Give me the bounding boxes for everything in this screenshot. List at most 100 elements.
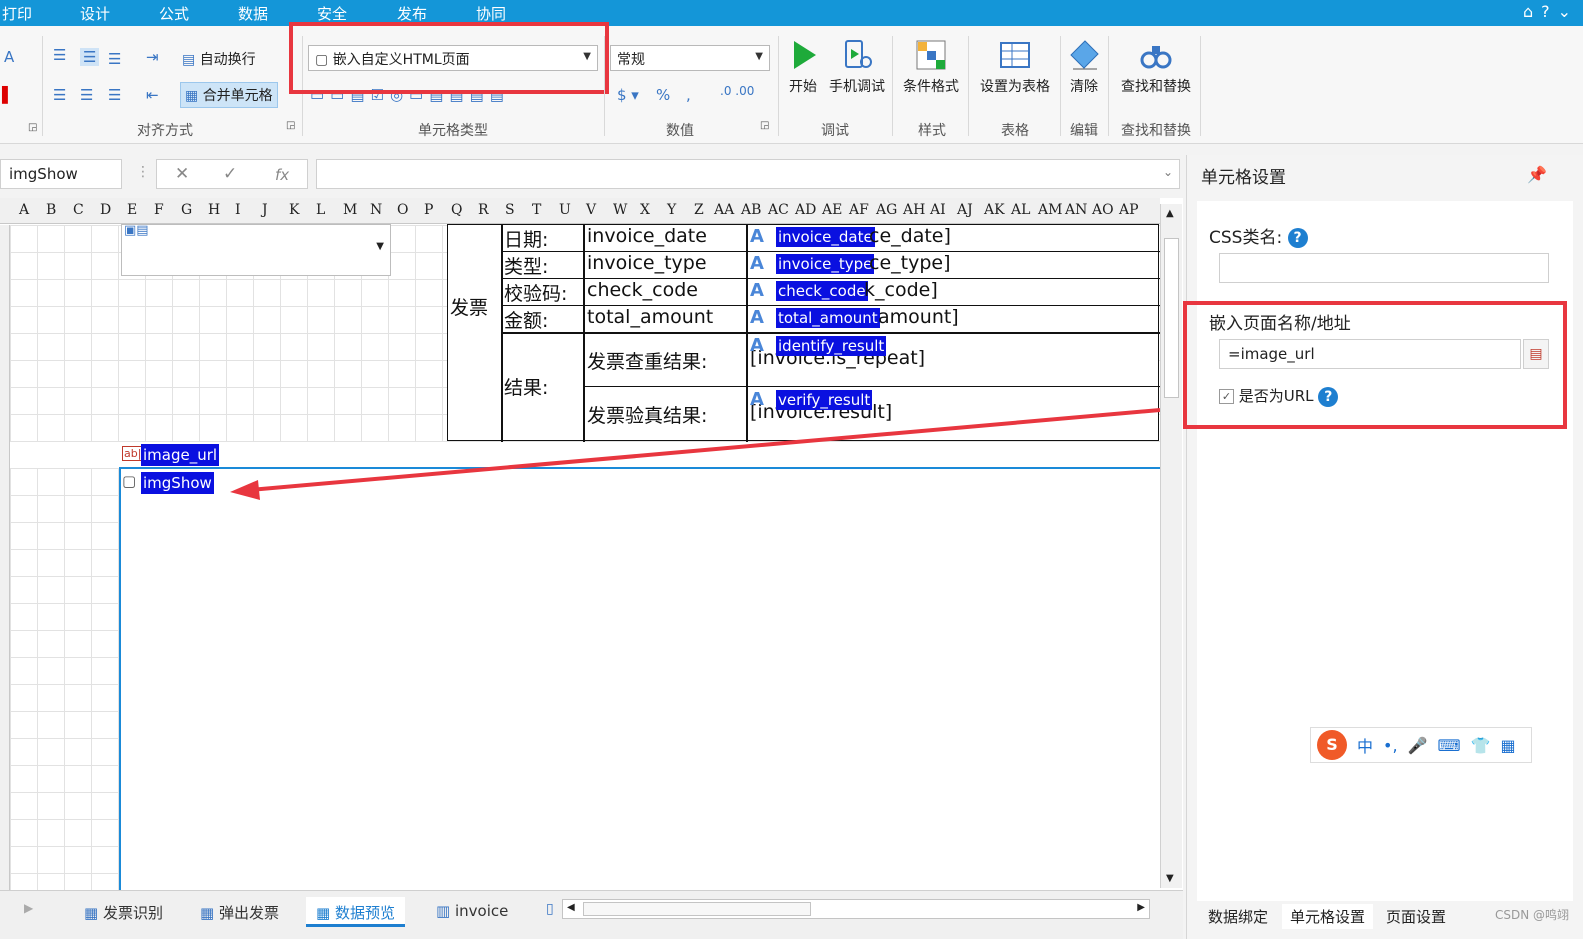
vertical-scrollbar[interactable]: ▲ ▼ <box>1160 204 1182 888</box>
scroll-down-icon[interactable]: ▼ <box>1166 873 1174 884</box>
hscroll-thumb[interactable] <box>583 902 811 916</box>
currency-icon[interactable]: $ ▾ <box>617 86 639 104</box>
eraser-icon <box>1070 40 1099 70</box>
ime-punct-icon[interactable]: •, <box>1383 736 1398 755</box>
table-icon <box>1000 42 1030 68</box>
find-replace-button[interactable]: 查找和替换 <box>1114 38 1198 96</box>
apps-icon[interactable]: ▦ <box>1500 736 1515 755</box>
scroll-up-icon[interactable]: ▲ <box>1166 208 1174 219</box>
formula-input[interactable]: ⌄ <box>316 159 1180 189</box>
name-box[interactable]: imgShow <box>0 159 122 189</box>
menu-collaborate[interactable]: 协同 <box>476 3 506 24</box>
start-button[interactable]: 开始 <box>784 38 822 96</box>
comma-icon[interactable]: , <box>686 86 691 104</box>
mobile-debug-button[interactable]: 手机调试 <box>826 38 888 96</box>
expand-icon[interactable]: ⌄ <box>1163 165 1173 179</box>
skin-icon[interactable]: 👕 <box>1471 736 1491 755</box>
spreadsheet[interactable]: A B C D E F G H I J K L M N O P Q R S T U V W X Y Z AA AB AC AD AE AF AG… <box>0 198 1183 890</box>
number-group-label: 数值 <box>666 123 694 139</box>
debug-group-label: 调试 <box>821 123 849 139</box>
watermark: CSDN @鸣翊 <box>1494 908 1569 922</box>
tab-popup-invoice[interactable]: ▦ 弹出发票 <box>190 897 289 927</box>
menu-data[interactable]: 数据 <box>238 3 268 24</box>
scroll-left-icon[interactable]: ◀ <box>567 902 575 913</box>
microphone-icon[interactable]: 🎤 <box>1408 736 1428 755</box>
sheet-icon: ▦ <box>84 904 99 922</box>
sheet-icon: ▦ <box>200 904 215 922</box>
ime-toolbar: S 中 •, 🎤 ⌨ 👕 ▦ <box>1310 727 1532 763</box>
conditional-format-icon <box>916 40 946 70</box>
chevron-down-icon: ▼ <box>755 51 763 62</box>
align-left-icon[interactable]: ☰ <box>53 86 66 104</box>
ribbon: A ▌ ◲ ☰ ☰ ☰ ☰ ☰ ☰ ⇥ ⇤ ▤ 自动换行 ▦ 合并单元格 对齐方… <box>0 22 1583 144</box>
set-as-table-button[interactable]: 设置为表格 <box>974 38 1056 96</box>
tab-data-binding[interactable]: 数据绑定 <box>1200 904 1276 929</box>
align-group-label: 对齐方式 <box>137 123 193 139</box>
pin-icon[interactable]: 📌 <box>1527 165 1547 184</box>
fx-icon[interactable]: fx <box>275 166 289 184</box>
horizontal-scrollbar[interactable]: ◀ ▶ <box>562 899 1150 919</box>
sheet-tabs-bar: ▶ ▦ 发票识别 ▦ 弹出发票 ▦ 数据预览 ▥ invoice ▯ ◀ ▶ <box>0 890 1183 939</box>
more-icon[interactable]: ⋮ <box>136 164 150 180</box>
help-icon[interactable]: ? <box>1287 228 1308 248</box>
align-launcher-icon[interactable]: ◲ <box>286 120 295 131</box>
indent-icon[interactable]: ⇥ <box>146 48 159 66</box>
merge-cells-button[interactable]: ▦ 合并单元格 <box>180 82 278 108</box>
tab-scroll-icon[interactable]: ▶ <box>24 901 33 915</box>
font-size-icon[interactable]: A <box>4 48 14 66</box>
font-launcher-icon[interactable]: ◲ <box>28 122 37 133</box>
find-group-label: 查找和替换 <box>1121 123 1191 139</box>
align-middle-icon[interactable]: ☰ <box>80 48 100 66</box>
binoculars-icon <box>1140 46 1172 69</box>
scroll-thumb[interactable] <box>1164 238 1179 398</box>
tab-page-settings[interactable]: 页面设置 <box>1378 904 1454 929</box>
tab-invoice-recognition[interactable]: ▦ 发票识别 <box>74 897 173 927</box>
help-icon[interactable]: ? <box>1541 2 1550 21</box>
ime-chinese-icon[interactable]: 中 <box>1357 733 1373 757</box>
merge-icon: ▦ <box>185 88 199 104</box>
increase-decimal-icon[interactable]: .0 .00 <box>720 84 754 98</box>
sheet-icon: ▦ <box>316 904 331 922</box>
keyboard-icon[interactable]: ⌨ <box>1437 736 1460 755</box>
formula-actions: ✕ ✓ fx <box>156 159 308 189</box>
scroll-right-icon[interactable]: ▶ <box>1137 902 1145 913</box>
mobile-debug-icon <box>845 40 872 68</box>
menu-security[interactable]: 安全 <box>317 3 347 24</box>
tab-data-preview[interactable]: ▦ 数据预览 <box>306 897 405 927</box>
tab-cell-settings[interactable]: 单元格设置 <box>1282 904 1374 929</box>
percent-icon[interactable]: % <box>656 86 670 104</box>
menu-formula[interactable]: 公式 <box>159 3 189 24</box>
style-group-label: 样式 <box>918 123 946 139</box>
annotation-box-celltype <box>289 22 609 94</box>
align-center-icon[interactable]: ☰ <box>80 86 93 104</box>
font-color-icon[interactable]: ▌ <box>2 86 14 104</box>
wrap-icon: ▤ <box>182 52 196 68</box>
menu-design[interactable]: 设计 <box>80 3 110 24</box>
align-right-icon[interactable]: ☰ <box>108 86 121 104</box>
number-launcher-icon[interactable]: ◲ <box>760 120 769 131</box>
outdent-icon[interactable]: ⇤ <box>146 86 159 104</box>
sogou-logo-icon[interactable]: S <box>1317 730 1347 760</box>
home-icon[interactable]: ⌂ <box>1523 2 1533 21</box>
cancel-icon[interactable]: ✕ <box>175 164 189 184</box>
autowrap-button[interactable]: ▤ 自动换行 <box>182 49 256 69</box>
top-menu-bar: 打印 设计 公式 数据 安全 发布 协同 ⌂ ? ⌄ <box>0 0 1583 26</box>
menu-publish[interactable]: 发布 <box>397 3 427 24</box>
clear-button[interactable]: 清除 <box>1064 38 1104 96</box>
menu-print[interactable]: 打印 <box>2 3 32 24</box>
sheet-icon[interactable]: ▯ <box>546 901 554 917</box>
confirm-icon[interactable]: ✓ <box>223 164 237 184</box>
align-bottom-icon[interactable]: ☰ <box>108 50 121 68</box>
number-format-select[interactable]: 常规 ▼ <box>610 45 770 71</box>
chevron-down-icon[interactable]: ⌄ <box>1558 2 1571 21</box>
tab-invoice[interactable]: ▥ invoice <box>426 897 518 927</box>
formula-bar: imgShow ⋮ ✕ ✓ fx ⌄ <box>0 155 1183 193</box>
annotation-arrow <box>230 408 1161 500</box>
panel-title: 单元格设置 <box>1201 168 1286 188</box>
annotation-box-embed <box>1183 301 1567 429</box>
play-icon <box>794 41 816 69</box>
css-class-input[interactable] <box>1219 253 1549 283</box>
align-top-icon[interactable]: ☰ <box>53 46 66 64</box>
table-sheet-icon: ▥ <box>436 902 451 920</box>
conditional-format-button[interactable]: 条件格式 <box>898 38 964 96</box>
